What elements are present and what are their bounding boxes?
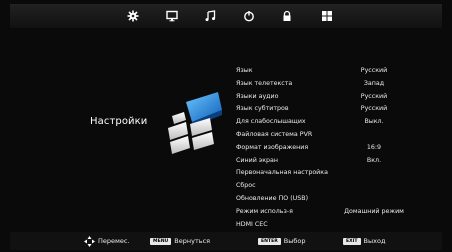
hint-label: Выход — [363, 237, 386, 245]
menu-item-label: Сброс — [236, 182, 256, 190]
menu-item-usage-mode[interactable]: Режим использ-я Домашний режим — [236, 206, 442, 219]
hint-label: Выбор — [283, 237, 306, 245]
menu-item-value: Русский — [360, 92, 388, 100]
menu-item-label: Файловая система PVR — [236, 130, 313, 138]
grid-icon — [322, 11, 332, 21]
menu-item-pvr-filesystem[interactable]: Файловая система PVR — [236, 129, 442, 142]
tab-settings[interactable] — [126, 9, 140, 23]
menu-item-language[interactable]: Язык Русский — [236, 65, 442, 78]
hint-label: Вернуться — [174, 237, 211, 245]
menu-item-label: Синий экран — [236, 156, 279, 164]
tab-apps[interactable] — [320, 9, 334, 23]
tab-time[interactable] — [242, 9, 256, 23]
menu-key: MENU — [150, 237, 172, 245]
lock-icon — [283, 10, 291, 21]
tab-picture[interactable] — [165, 9, 179, 23]
tab-lock[interactable] — [280, 9, 294, 23]
hint-select: ENTER Выбор — [258, 232, 306, 250]
menu-item-teletext-language[interactable]: Язык телетекста Запад — [236, 78, 442, 91]
hint-label: Перемес. — [98, 237, 130, 245]
music-note-icon — [205, 10, 216, 22]
monitor-icon — [166, 10, 178, 22]
hint-move: Перемес. — [84, 232, 130, 250]
page-title: Настройки — [90, 116, 148, 127]
exit-key: EXIT — [343, 237, 361, 245]
menu-item-hdmi-cec[interactable]: HDMI CEC — [236, 219, 442, 232]
menu-item-initial-setup[interactable]: Первоначальная настройка — [236, 167, 442, 180]
menu-item-subtitle-language[interactable]: Язык субтитров Русский — [236, 103, 442, 116]
hint-exit: EXIT Выход — [343, 232, 385, 250]
power-icon — [244, 11, 254, 22]
tab-sound[interactable] — [203, 9, 217, 23]
menu-item-value: Русский — [360, 105, 388, 113]
tv-screen: Настройки Язык Русский Язык телетекста З… — [0, 0, 452, 252]
menu-item-reset[interactable]: Сброс — [236, 180, 442, 193]
menu-item-value: Русский — [360, 67, 388, 74]
menu-item-value: 16:9 — [366, 143, 382, 151]
menu-item-label: Обновление ПО (USB) — [236, 194, 309, 202]
menu-item-value: Вкл. — [366, 156, 382, 164]
menu-item-label: Первоначальная настройка — [236, 169, 328, 177]
menu-item-hearing-impaired[interactable]: Для слабослышащих Выкл. — [236, 116, 442, 129]
menu-item-aspect-ratio[interactable]: Формат изображения 16:9 — [236, 142, 442, 155]
bottom-hint-bar: Перемес. MENU Вернуться ENTER Выбор EXIT… — [10, 232, 442, 250]
enter-key: ENTER — [258, 237, 281, 245]
menu-item-label: Язык телетекста — [236, 79, 293, 87]
menu-item-label: Для слабослышащих — [236, 118, 306, 126]
menu-item-label: Язык — [236, 67, 253, 74]
menu-item-label: Формат изображения — [236, 143, 309, 151]
menu-item-value: Домашний режим — [344, 207, 404, 215]
top-menu-bar — [10, 4, 442, 28]
menu-item-label: Режим использ-я — [236, 207, 293, 215]
menu-item-audio-languages[interactable]: Языки аудио Русский — [236, 91, 442, 104]
settings-panel: Настройки Язык Русский Язык телетекста З… — [10, 30, 442, 228]
menu-item-value: Запад — [363, 79, 385, 87]
dpad-icon — [84, 235, 95, 247]
menu-item-blue-screen[interactable]: Синий экран Вкл. — [236, 155, 442, 168]
menu-item-label: HDMI CEC — [236, 220, 268, 228]
menu-item-label: Языки аудио — [236, 92, 279, 100]
settings-tiles-graphic — [168, 92, 222, 154]
menu-item-value: Выкл. — [364, 118, 384, 126]
menu-item-label: Язык субтитров — [236, 105, 289, 113]
hint-back: MENU Вернуться — [150, 232, 210, 250]
menu-item-software-update[interactable]: Обновление ПО (USB) — [236, 193, 442, 206]
settings-menu-list: Язык Русский Язык телетекста Запад Языки… — [236, 65, 442, 231]
gear-icon — [127, 10, 139, 22]
